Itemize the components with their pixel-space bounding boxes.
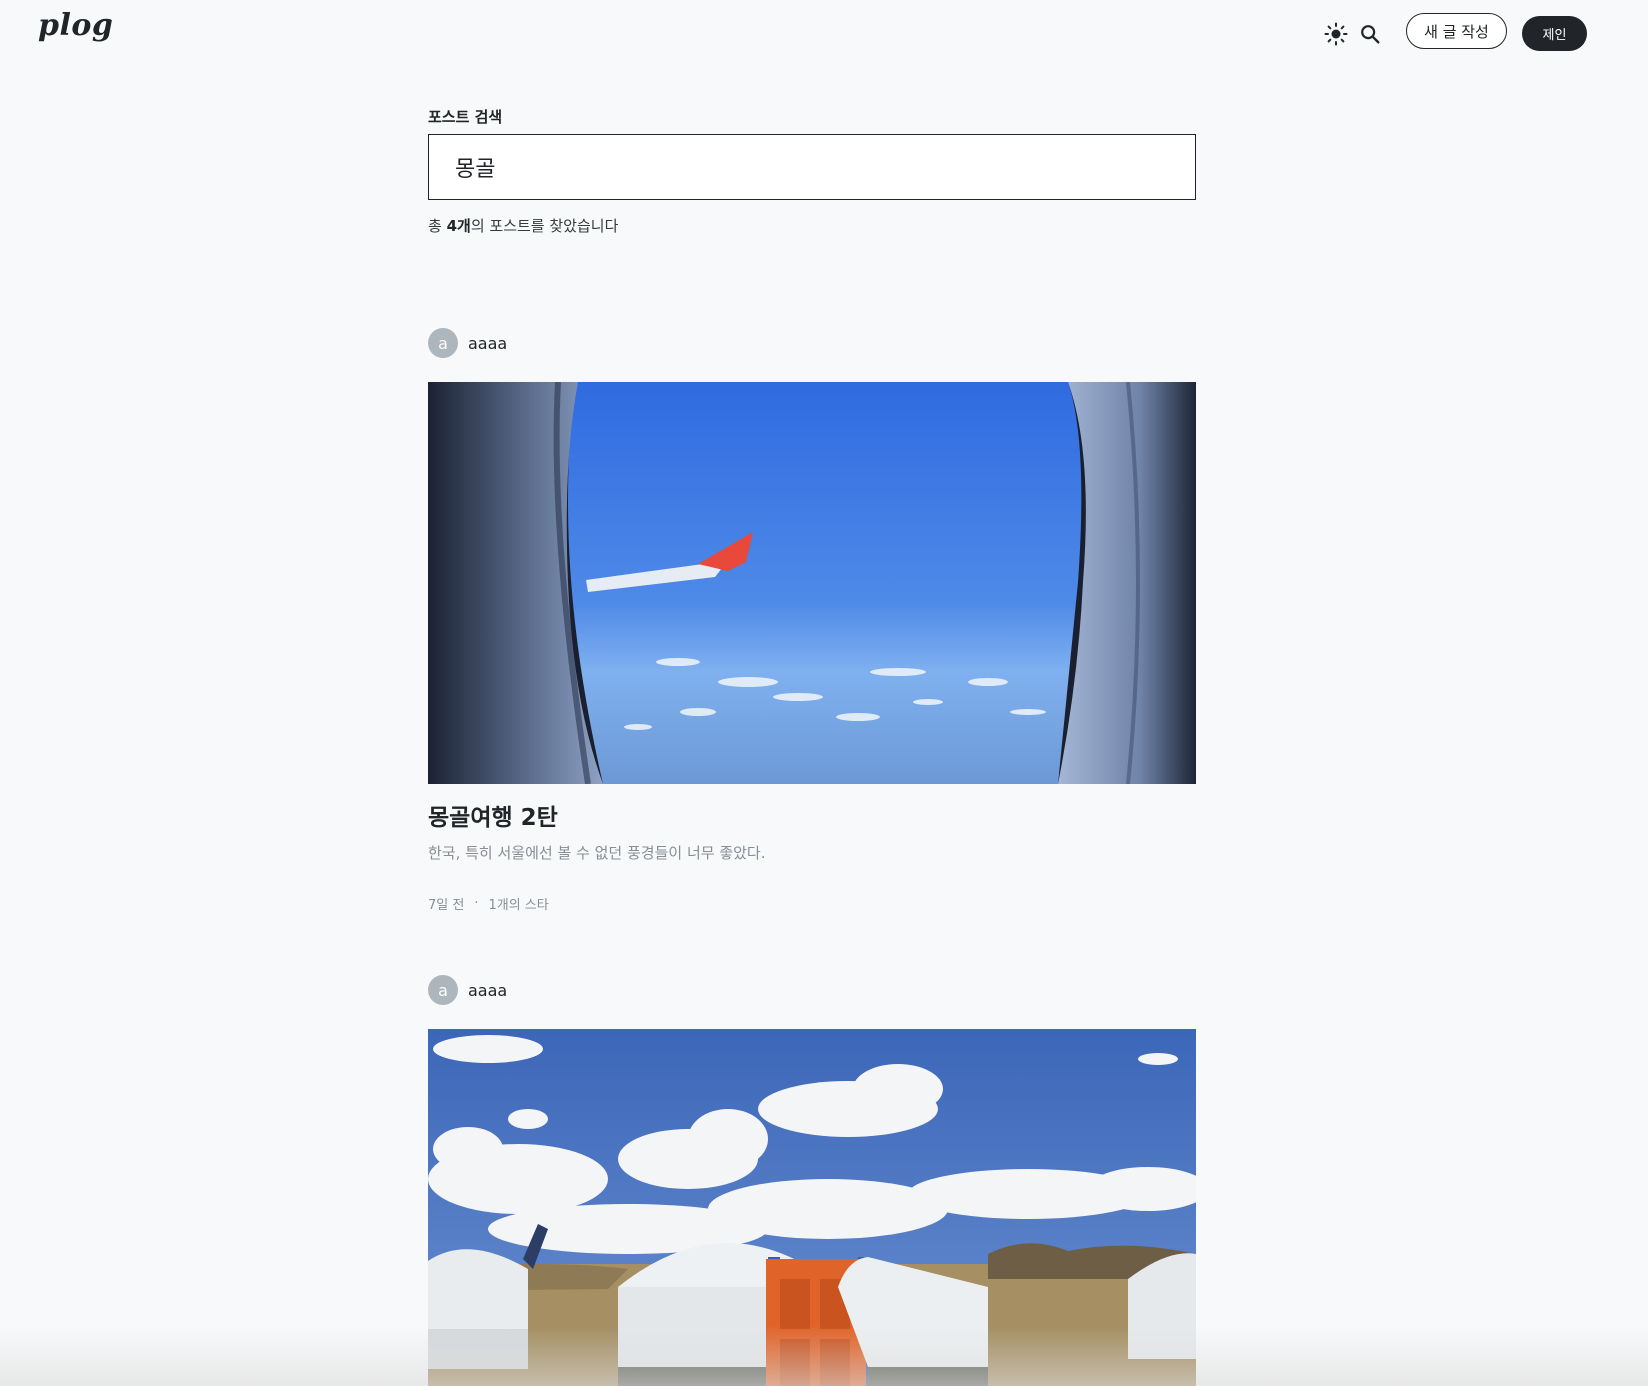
header: plog 새 글 작성 제인 bbox=[0, 0, 1648, 66]
avatar: a bbox=[428, 975, 458, 1005]
post-description: 한국, 특히 서울에선 볼 수 없던 풍경들이 너무 좋았다. bbox=[428, 844, 766, 862]
post-title[interactable]: 몽골여행 2탄 bbox=[428, 798, 558, 832]
search-button[interactable] bbox=[1353, 17, 1387, 51]
post-card: a aaaa bbox=[428, 328, 1196, 920]
search-result-count: 총 4개의 포스트를 찾았습니다 bbox=[428, 217, 619, 235]
author-name: aaaa bbox=[468, 980, 508, 1000]
meta-separator: · bbox=[474, 896, 479, 911]
page: plog 새 글 작성 제인 포스트 검색 몽골 총 4개의 포스트를 찾았습니… bbox=[0, 0, 1648, 1386]
post-author[interactable]: a aaaa bbox=[428, 328, 1196, 358]
search-label: 포스트 검색 bbox=[428, 108, 503, 126]
post-meta: 7일 전 · 1개의 스타 bbox=[428, 894, 549, 913]
post-date: 7일 전 bbox=[428, 898, 465, 913]
airplane-window-image bbox=[428, 382, 1196, 784]
post-author[interactable]: a aaaa bbox=[428, 975, 1196, 1005]
post-card: a aaaa bbox=[428, 975, 1196, 1386]
search-icon bbox=[1361, 25, 1380, 44]
author-name: aaaa bbox=[468, 333, 508, 353]
post-thumbnail[interactable] bbox=[428, 1029, 1196, 1386]
post-thumbnail[interactable] bbox=[428, 382, 1196, 784]
avatar: a bbox=[428, 328, 458, 358]
post-stars: 1개의 스타 bbox=[488, 898, 549, 913]
theme-toggle-button[interactable] bbox=[1319, 17, 1353, 51]
new-post-button[interactable]: 새 글 작성 bbox=[1406, 13, 1507, 49]
mongolian-ger-image bbox=[428, 1029, 1196, 1386]
logo[interactable]: plog bbox=[38, 8, 113, 43]
sun-icon bbox=[1324, 22, 1348, 46]
user-menu-button[interactable]: 제인 bbox=[1522, 16, 1587, 51]
search-input[interactable] bbox=[428, 134, 1196, 200]
